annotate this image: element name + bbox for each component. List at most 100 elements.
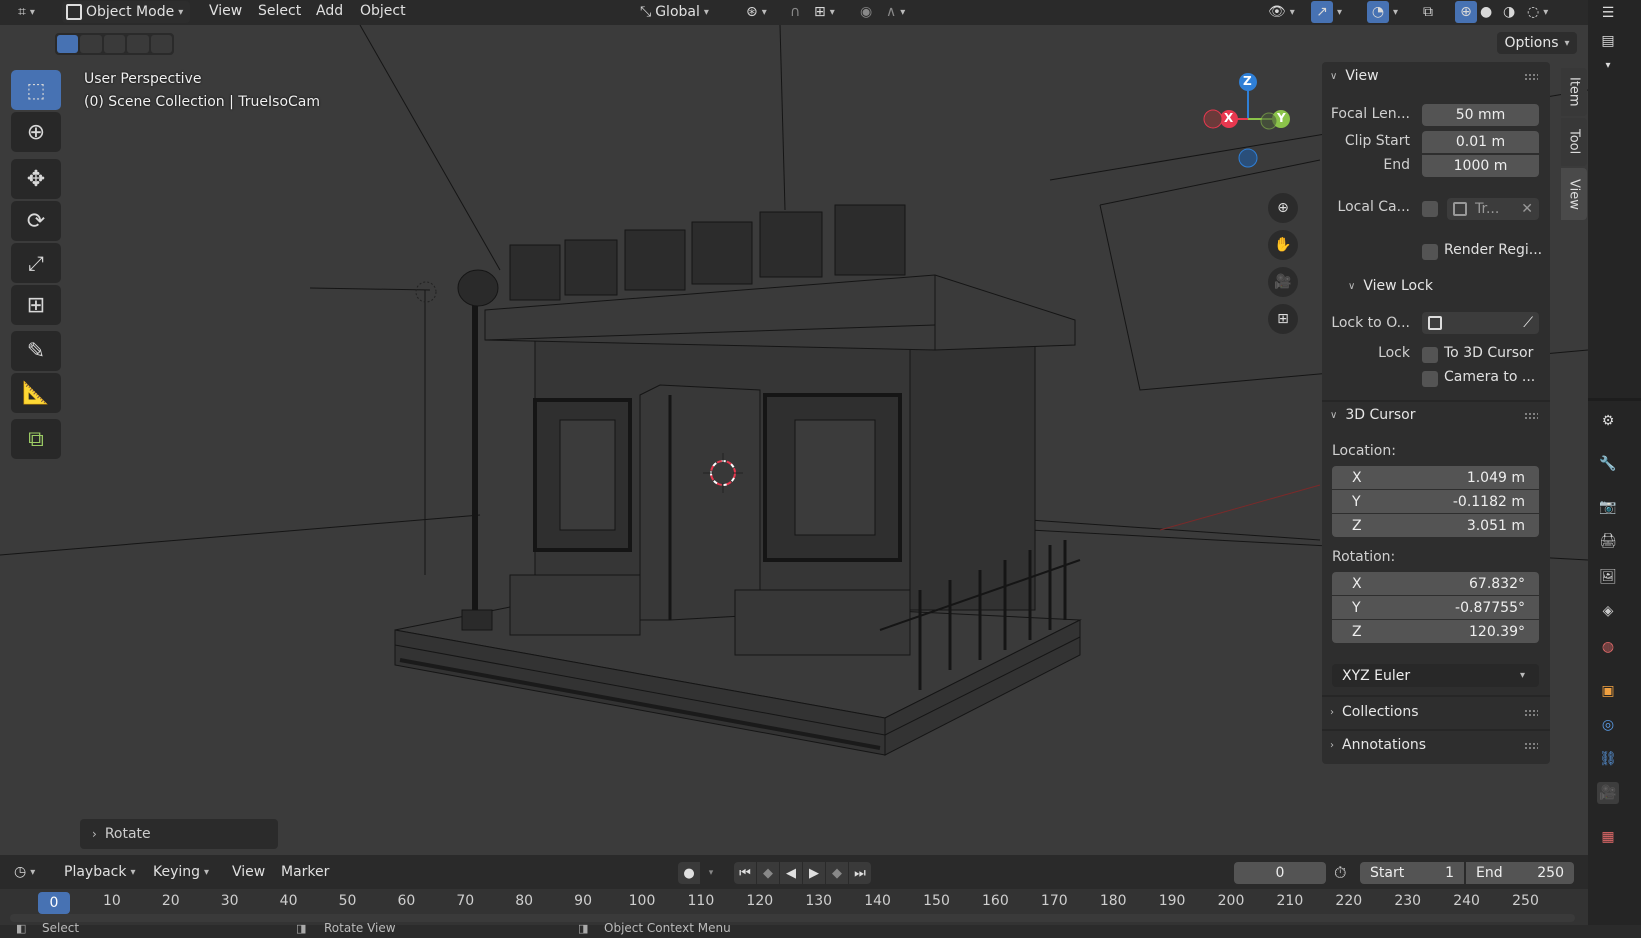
camera-data-properties-icon[interactable]: 🎥	[1597, 782, 1619, 804]
outliner-filter-icon[interactable]: ▤	[1597, 30, 1619, 52]
tool-select-box[interactable]: ⬚	[11, 70, 61, 110]
play-button[interactable]: ▶	[803, 862, 825, 884]
falloff-dropdown[interactable]: ∧ ▾	[886, 1, 905, 23]
visibility-dropdown[interactable]: 👁 ▾	[1268, 1, 1295, 23]
auto-keying-dropdown[interactable]: ▾	[700, 862, 722, 884]
world-properties-icon[interactable]: ◍	[1597, 636, 1619, 658]
play-reverse-button[interactable]: ◀	[780, 862, 802, 884]
tool-add-cube[interactable]: ⧉	[11, 419, 61, 459]
location-y-field[interactable]: Y -0.1182 m	[1332, 490, 1539, 513]
material-shading-button[interactable]: ◑	[1503, 1, 1515, 23]
tool-move[interactable]: ✥	[11, 159, 61, 199]
snap-target-dropdown[interactable]: ⊞ ▾	[814, 1, 835, 23]
options-dropdown[interactable]: Options ▾	[1497, 32, 1577, 54]
view-lock-header[interactable]: ∨ View Lock	[1348, 278, 1433, 294]
view-section-header[interactable]: ∨ View	[1330, 68, 1379, 84]
keying-menu[interactable]: Keying ▾	[153, 861, 209, 883]
texture-properties-icon[interactable]: ▦	[1597, 826, 1619, 848]
location-z-field[interactable]: Z 3.051 m	[1332, 514, 1539, 537]
menu-select[interactable]: Select	[258, 3, 301, 19]
properties-editor-icon[interactable]: ⚙	[1597, 410, 1619, 432]
playhead-marker[interactable]: 0	[38, 892, 70, 914]
clip-end-field[interactable]: 1000 m	[1422, 155, 1539, 177]
timeline-view-menu[interactable]: View	[232, 864, 265, 880]
outliner-editor-icon[interactable]: ☰	[1597, 2, 1619, 24]
select-intersect-icon[interactable]	[150, 35, 173, 53]
select-invert-icon[interactable]	[127, 35, 149, 53]
local-camera-field[interactable]: Tr... ✕	[1447, 198, 1539, 220]
location-x-field[interactable]: X 1.049 m	[1332, 466, 1539, 489]
menu-add[interactable]: Add	[316, 3, 343, 19]
rotation-y-field[interactable]: Y -0.87755°	[1332, 596, 1539, 619]
next-keyframe-button[interactable]: ◆	[826, 862, 848, 884]
constraints-properties-icon[interactable]: ⛓	[1597, 748, 1619, 770]
menu-view[interactable]: View	[209, 3, 242, 19]
start-frame-field[interactable]: Start 1	[1360, 862, 1464, 884]
menu-object[interactable]: Object	[360, 3, 406, 19]
tab-tool[interactable]: Tool	[1561, 118, 1587, 166]
xray-toggle[interactable]: ⧉	[1423, 1, 1433, 23]
end-frame-field[interactable]: End 250	[1466, 862, 1574, 884]
eyedropper-icon[interactable]: ⟋	[1523, 315, 1533, 331]
drag-handle-icon[interactable]	[1524, 709, 1538, 717]
tool-cursor[interactable]: ⊕	[11, 112, 61, 152]
timeline-scrollbar[interactable]	[10, 914, 1575, 922]
filter-dropdown-icon[interactable]: ▾	[1597, 54, 1619, 76]
rotation-mode-dropdown[interactable]: XYZ Euler ▾	[1332, 664, 1539, 687]
lock-to-cursor-checkbox[interactable]	[1422, 347, 1438, 363]
output-properties-icon[interactable]: 🖨	[1597, 530, 1619, 552]
clear-x-icon[interactable]: ✕	[1521, 201, 1533, 217]
render-region-checkbox[interactable]	[1422, 244, 1438, 260]
wireframe-shading-button[interactable]: ⊕	[1455, 1, 1477, 23]
scene-properties-icon[interactable]: ◈	[1597, 600, 1619, 622]
select-subtract-icon[interactable]	[103, 35, 126, 53]
tool-transform[interactable]: ⊞	[11, 285, 61, 325]
rendered-shading-button[interactable]: ◌ ▾	[1527, 1, 1548, 23]
select-new-icon[interactable]	[57, 35, 79, 53]
drag-handle-icon[interactable]	[1524, 742, 1538, 750]
drag-handle-icon[interactable]	[1524, 412, 1538, 420]
tool-annotate[interactable]: ✎	[11, 331, 61, 371]
drag-handle-icon[interactable]	[1524, 73, 1538, 81]
rotation-z-field[interactable]: Z 120.39°	[1332, 620, 1539, 643]
jump-start-button[interactable]: ⏮	[734, 862, 756, 884]
orientation-dropdown[interactable]: ⤡ Global ▾	[640, 1, 732, 23]
pivot-dropdown[interactable]: ⊛ ▾	[746, 1, 767, 23]
tab-item[interactable]: Item	[1561, 68, 1587, 116]
tool-scale[interactable]: ⤢	[11, 243, 61, 283]
tool-measure[interactable]: 📐	[11, 373, 61, 413]
collections-header[interactable]: › Collections	[1330, 704, 1419, 720]
current-frame-field[interactable]: 0	[1234, 862, 1326, 884]
local-camera-checkbox[interactable]	[1422, 201, 1438, 217]
tab-view[interactable]: View	[1561, 168, 1587, 220]
mode-dropdown[interactable]: Object Mode ▾	[62, 1, 190, 23]
tool-properties-icon[interactable]: 🔧	[1597, 453, 1619, 475]
editor-type-button[interactable]: ⌗ ▾	[18, 1, 35, 23]
physics-properties-icon[interactable]: ◎	[1597, 714, 1619, 736]
clip-start-field[interactable]: 0.01 m	[1422, 131, 1539, 153]
solid-shading-button[interactable]: ●	[1480, 1, 1492, 23]
zoom-button[interactable]: ⊕	[1268, 193, 1298, 223]
last-operator-panel[interactable]: › Rotate	[80, 819, 278, 849]
jump-end-button[interactable]: ⏭	[849, 862, 871, 884]
marker-menu[interactable]: Marker	[281, 864, 329, 880]
timeline-editor-type[interactable]: ◷ ▾	[14, 861, 35, 883]
ortho-toggle-button[interactable]: ⊞	[1268, 304, 1298, 334]
cursor-section-header[interactable]: ∨ 3D Cursor	[1330, 407, 1416, 423]
pan-button[interactable]: ✋	[1268, 230, 1298, 260]
overlays-toggle[interactable]: ◔ ▾	[1367, 1, 1398, 23]
snap-toggle[interactable]: ∩	[790, 1, 800, 23]
focal-length-field[interactable]: 50 mm	[1422, 104, 1539, 126]
render-properties-icon[interactable]: 📷	[1597, 496, 1619, 518]
tool-rotate[interactable]: ⟳	[11, 201, 61, 241]
object-properties-icon[interactable]: ▣	[1597, 680, 1619, 702]
stopwatch-icon[interactable]: ⏱	[1334, 863, 1346, 883]
camera-to-view-checkbox[interactable]	[1422, 371, 1438, 387]
playback-menu[interactable]: Playback ▾	[64, 861, 136, 883]
prev-keyframe-button[interactable]: ◆	[757, 862, 779, 884]
rotation-x-field[interactable]: X 67.832°	[1332, 572, 1539, 595]
camera-view-button[interactable]: 🎥	[1268, 267, 1298, 297]
select-extend-icon[interactable]	[80, 35, 102, 53]
lock-to-object-field[interactable]: ⟋	[1422, 312, 1539, 334]
proportional-edit-toggle[interactable]: ◉	[860, 1, 872, 23]
